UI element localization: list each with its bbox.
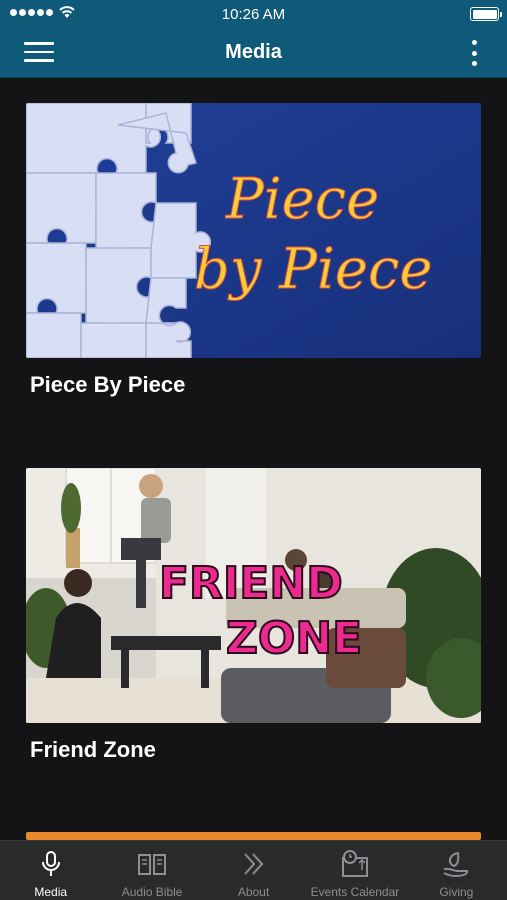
hamburger-menu-icon[interactable]: [24, 42, 54, 64]
status-time: 10:26 AM: [221, 5, 286, 23]
tab-giving[interactable]: Giving: [406, 841, 507, 900]
cell-signal-icon: [10, 9, 53, 16]
media-item-partial[interactable]: [26, 832, 481, 840]
calendar-clock-icon: [341, 850, 368, 877]
microphone-icon: [41, 851, 60, 876]
tab-label: Events Calendar: [310, 885, 400, 899]
more-options-icon[interactable]: [469, 40, 479, 66]
tab-media[interactable]: Media: [0, 841, 101, 900]
media-item-title: Friend Zone: [30, 737, 156, 762]
media-item-piece-by-piece[interactable]: Piece by Piece Piece By Piece: [26, 103, 481, 398]
header-bar: Media: [0, 28, 507, 78]
tab-about[interactable]: About: [203, 841, 304, 900]
page-title: Media: [225, 41, 282, 63]
double-chevron-right-icon: [243, 853, 263, 875]
tab-audio-bible[interactable]: Audio Bible: [101, 841, 202, 900]
svg-text:ZONE: ZONE: [226, 613, 362, 664]
media-list: Piece by Piece Piece By Piece FRIEND ZON…: [0, 78, 507, 840]
friend-zone-title-art: FRIEND ZONE: [158, 557, 363, 665]
open-book-icon: [138, 854, 167, 875]
tab-label: About: [237, 885, 270, 899]
tab-label: Media: [34, 885, 68, 899]
leaf-hand-icon: [443, 851, 469, 878]
tab-events-calendar[interactable]: Events Calendar: [304, 841, 405, 900]
svg-text:Piece: Piece: [225, 167, 379, 232]
media-item-friend-zone[interactable]: FRIEND ZONE Friend Zone: [26, 468, 481, 763]
status-bar: 10:26 AM: [0, 0, 507, 28]
svg-text:by Piece: by Piece: [194, 237, 433, 302]
media-artwork[interactable]: [26, 832, 481, 840]
media-artwork[interactable]: Piece by Piece: [26, 103, 481, 358]
svg-text:FRIEND: FRIEND: [159, 558, 343, 609]
battery-icon: [470, 7, 502, 21]
tab-label: Giving: [439, 885, 474, 899]
tab-label: Audio Bible: [121, 885, 183, 899]
wifi-icon: [59, 6, 75, 18]
media-artwork[interactable]: FRIEND ZONE: [26, 468, 481, 723]
puzzle-artwork: Piece by Piece: [26, 103, 481, 358]
tab-bar: Media Audio Bible About Events Calendar: [0, 840, 507, 900]
media-item-title: Piece By Piece: [30, 372, 186, 397]
